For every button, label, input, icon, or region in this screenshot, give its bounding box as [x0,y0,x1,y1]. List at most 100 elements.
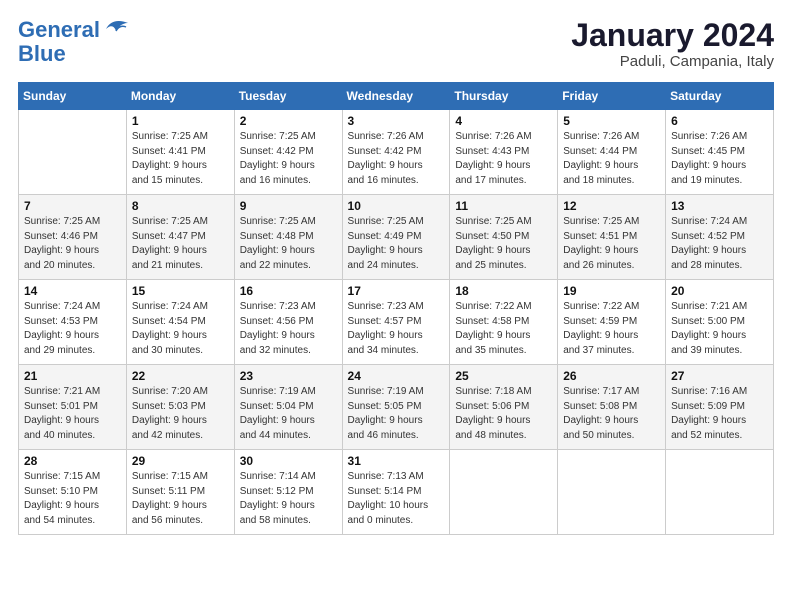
day-info: Sunrise: 7:22 AM Sunset: 4:59 PM Dayligh… [563,300,660,358]
calendar-cell [19,110,127,195]
calendar-cell [666,450,774,535]
day-info: Sunrise: 7:25 AM Sunset: 4:41 PM Dayligh… [132,130,229,188]
day-header-tuesday: Tuesday [234,83,342,110]
day-number: 23 [240,369,337,383]
day-number: 15 [132,284,229,298]
calendar-cell [450,450,558,535]
calendar-cell: 6 Sunrise: 7:26 AM Sunset: 4:45 PM Daylig… [666,110,774,195]
calendar-cell: 1Sunrise: 7:25 AM Sunset: 4:41 PM Daylig… [126,110,234,195]
day-info: Sunrise: 7:25 AM Sunset: 4:46 PM Dayligh… [24,215,121,273]
calendar-cell: 28Sunrise: 7:15 AM Sunset: 5:10 PM Dayli… [19,450,127,535]
day-number: 22 [132,369,229,383]
day-number: 4 [455,114,552,128]
logo: General Blue [18,18,130,66]
calendar-cell: 5Sunrise: 7:26 AM Sunset: 4:44 PM Daylig… [558,110,666,195]
day-number: 30 [240,454,337,468]
day-info: Sunrise: 7:15 AM Sunset: 5:10 PM Dayligh… [24,470,121,528]
calendar-cell: 10 Sunrise: 7:25 AM Sunset: 4:49 PM Dayli… [342,195,450,280]
day-info: Sunrise: 7:24 AM Sunset: 4:54 PM Dayligh… [132,300,229,358]
day-info: Sunrise: 7:26 AM Sunset: 4:45 PM Dayligh… [671,130,768,188]
day-info: Sunrise: 7:21 AM Sunset: 5:00 PM Dayligh… [671,300,768,358]
week-row-1: 1Sunrise: 7:25 AM Sunset: 4:41 PM Daylig… [19,110,774,195]
calendar-cell: 7 Sunrise: 7:25 AM Sunset: 4:46 PM Daylig… [19,195,127,280]
calendar-cell: 24 Sunrise: 7:19 AM Sunset: 5:05 PM Dayli… [342,365,450,450]
calendar-cell: 31 Sunrise: 7:13 AM Sunset: 5:14 PM Dayli… [342,450,450,535]
day-number: 17 [348,284,445,298]
calendar-cell: 9 Sunrise: 7:25 AM Sunset: 4:48 PM Daylig… [234,195,342,280]
week-row-4: 21 Sunrise: 7:21 AM Sunset: 5:01 PM Dayli… [19,365,774,450]
day-info: Sunrise: 7:25 AM Sunset: 4:51 PM Dayligh… [563,215,660,273]
day-number: 13 [671,199,768,213]
day-info: Sunrise: 7:19 AM Sunset: 5:05 PM Dayligh… [348,385,445,443]
day-number: 26 [563,369,660,383]
day-info: Sunrise: 7:20 AM Sunset: 5:03 PM Dayligh… [132,385,229,443]
day-number: 19 [563,284,660,298]
month-title: January 2024 [571,18,774,53]
day-number: 21 [24,369,121,383]
day-info: Sunrise: 7:14 AM Sunset: 5:12 PM Dayligh… [240,470,337,528]
calendar-cell: 13 Sunrise: 7:24 AM Sunset: 4:52 PM Dayli… [666,195,774,280]
logo-text: General [18,18,100,42]
day-info: Sunrise: 7:15 AM Sunset: 5:11 PM Dayligh… [132,470,229,528]
day-number: 29 [132,454,229,468]
logo-line2: Blue [18,42,66,66]
day-info: Sunrise: 7:21 AM Sunset: 5:01 PM Dayligh… [24,385,121,443]
week-row-3: 14Sunrise: 7:24 AM Sunset: 4:53 PM Dayli… [19,280,774,365]
day-info: Sunrise: 7:23 AM Sunset: 4:57 PM Dayligh… [348,300,445,358]
day-number: 25 [455,369,552,383]
header: General Blue January 2024 Paduli, Campan… [18,18,774,70]
day-info: Sunrise: 7:24 AM Sunset: 4:52 PM Dayligh… [671,215,768,273]
calendar-cell: 3Sunrise: 7:26 AM Sunset: 4:42 PM Daylig… [342,110,450,195]
day-info: Sunrise: 7:18 AM Sunset: 5:06 PM Dayligh… [455,385,552,443]
day-info: Sunrise: 7:17 AM Sunset: 5:08 PM Dayligh… [563,385,660,443]
day-info: Sunrise: 7:25 AM Sunset: 4:47 PM Dayligh… [132,215,229,273]
day-info: Sunrise: 7:25 AM Sunset: 4:50 PM Dayligh… [455,215,552,273]
day-number: 27 [671,369,768,383]
day-number: 12 [563,199,660,213]
calendar-cell: 8 Sunrise: 7:25 AM Sunset: 4:47 PM Daylig… [126,195,234,280]
day-number: 24 [348,369,445,383]
week-row-5: 28Sunrise: 7:15 AM Sunset: 5:10 PM Dayli… [19,450,774,535]
calendar-cell: 21 Sunrise: 7:21 AM Sunset: 5:01 PM Dayli… [19,365,127,450]
day-info: Sunrise: 7:25 AM Sunset: 4:42 PM Dayligh… [240,130,337,188]
day-number: 31 [348,454,445,468]
day-info: Sunrise: 7:22 AM Sunset: 4:58 PM Dayligh… [455,300,552,358]
week-row-2: 7 Sunrise: 7:25 AM Sunset: 4:46 PM Daylig… [19,195,774,280]
calendar-table: SundayMondayTuesdayWednesdayThursdayFrid… [18,82,774,535]
calendar-cell: 11 Sunrise: 7:25 AM Sunset: 4:50 PM Dayli… [450,195,558,280]
day-info: Sunrise: 7:25 AM Sunset: 4:48 PM Dayligh… [240,215,337,273]
calendar-cell: 2Sunrise: 7:25 AM Sunset: 4:42 PM Daylig… [234,110,342,195]
day-info: Sunrise: 7:24 AM Sunset: 4:53 PM Dayligh… [24,300,121,358]
calendar-cell: 22 Sunrise: 7:20 AM Sunset: 5:03 PM Dayli… [126,365,234,450]
calendar-cell: 26 Sunrise: 7:17 AM Sunset: 5:08 PM Dayli… [558,365,666,450]
calendar-cell: 14Sunrise: 7:24 AM Sunset: 4:53 PM Dayli… [19,280,127,365]
day-info: Sunrise: 7:13 AM Sunset: 5:14 PM Dayligh… [348,470,445,528]
day-number: 7 [24,199,121,213]
day-number: 8 [132,199,229,213]
location: Paduli, Campania, Italy [571,53,774,70]
calendar-cell: 25 Sunrise: 7:18 AM Sunset: 5:06 PM Dayli… [450,365,558,450]
day-header-saturday: Saturday [666,83,774,110]
day-header-thursday: Thursday [450,83,558,110]
day-number: 10 [348,199,445,213]
day-info: Sunrise: 7:26 AM Sunset: 4:44 PM Dayligh… [563,130,660,188]
calendar-cell: 20Sunrise: 7:21 AM Sunset: 5:00 PM Dayli… [666,280,774,365]
day-info: Sunrise: 7:16 AM Sunset: 5:09 PM Dayligh… [671,385,768,443]
day-info: Sunrise: 7:25 AM Sunset: 4:49 PM Dayligh… [348,215,445,273]
logo-bird-icon [102,15,130,42]
day-header-wednesday: Wednesday [342,83,450,110]
day-number: 11 [455,199,552,213]
calendar-cell: 15 Sunrise: 7:24 AM Sunset: 4:54 PM Dayli… [126,280,234,365]
day-number: 16 [240,284,337,298]
day-number: 6 [671,114,768,128]
header-row: SundayMondayTuesdayWednesdayThursdayFrid… [19,83,774,110]
calendar-cell: 18 Sunrise: 7:22 AM Sunset: 4:58 PM Dayli… [450,280,558,365]
day-number: 9 [240,199,337,213]
day-number: 18 [455,284,552,298]
calendar-cell: 19 Sunrise: 7:22 AM Sunset: 4:59 PM Dayli… [558,280,666,365]
day-header-friday: Friday [558,83,666,110]
day-header-monday: Monday [126,83,234,110]
calendar-cell [558,450,666,535]
day-info: Sunrise: 7:23 AM Sunset: 4:56 PM Dayligh… [240,300,337,358]
page: General Blue January 2024 Paduli, Campan… [0,0,792,612]
